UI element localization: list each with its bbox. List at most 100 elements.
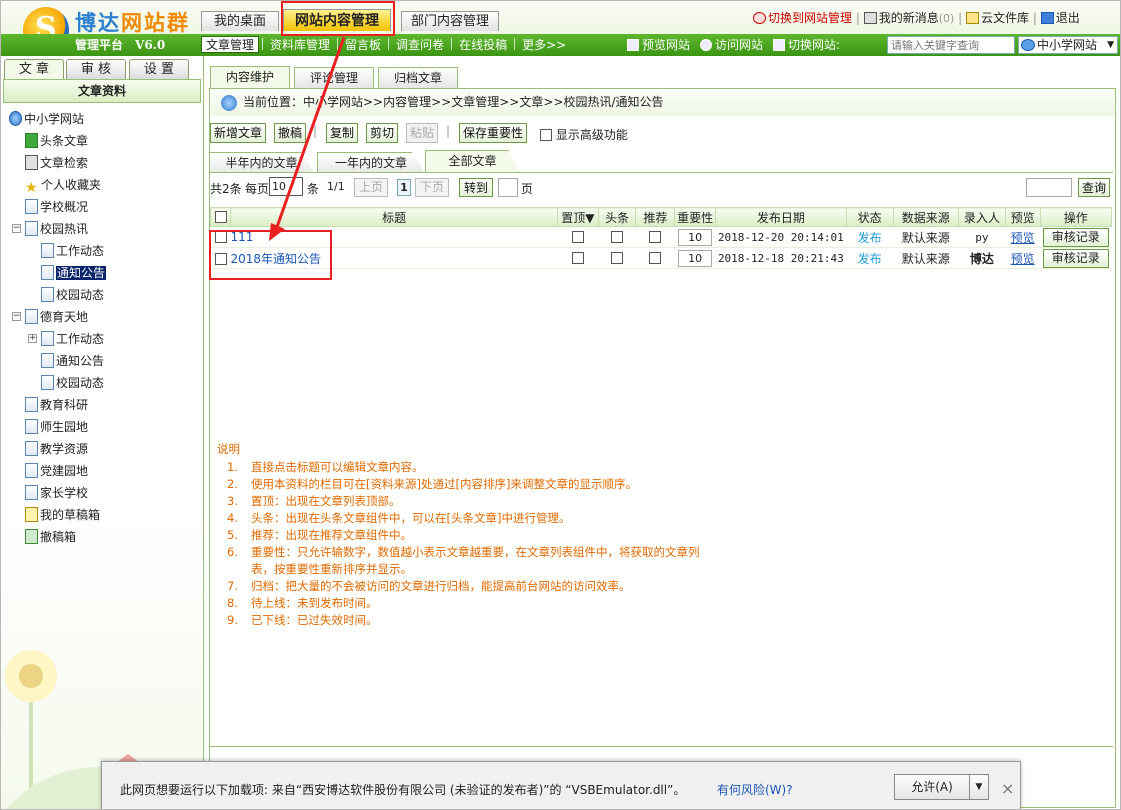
tree-item-headline[interactable]: 头条文章 <box>25 131 88 151</box>
submenu-submission[interactable]: 在线投稿 <box>455 37 511 54</box>
tree-item-notice[interactable]: 通知公告 <box>41 263 107 283</box>
tab-comments[interactable]: 评论管理 <box>294 67 374 89</box>
current-page[interactable]: 1 <box>397 179 411 196</box>
goto-page-input[interactable] <box>498 178 518 197</box>
risk-link[interactable]: 有何风险(W)? <box>717 781 793 798</box>
tree-item-campus-news[interactable]: 校园热讯 <box>25 219 88 239</box>
copy-button[interactable]: 复制 <box>326 123 358 143</box>
date-cell: 2018-12-20 20:14:01 <box>715 226 847 248</box>
submenu-more[interactable]: 更多>> <box>518 37 570 54</box>
query-button[interactable]: 查询 <box>1078 178 1110 197</box>
tree-item-campus-updates-2[interactable]: 校园动态 <box>41 373 104 393</box>
notification-message: 此网页想要运行以下加载项: 来自“西安博达软件股份有限公司 (未验证的发布者)”… <box>120 783 686 797</box>
document-icon <box>25 441 38 456</box>
tree-item-school-overview[interactable]: 学校概况 <box>25 197 88 217</box>
withdraw-button[interactable]: 撤稿 <box>274 123 306 143</box>
sub-menu: 文章管理 资料库管理 留言板 调查问卷 在线投稿 更多>> <box>201 36 570 54</box>
submenu-guestbook[interactable]: 留言板 <box>341 37 385 54</box>
importance-input[interactable]: 10 <box>678 228 713 246</box>
tab-all-articles[interactable]: 全部文章 <box>425 150 520 173</box>
tree-item-label: 中小学网站 <box>24 112 85 126</box>
save-importance-button[interactable]: 保存重要性 <box>459 123 527 143</box>
top-links: 切换到网站管理 | 我的新消息(0) | 云文件库 | 退出 <box>753 9 1080 26</box>
headline-checkbox[interactable] <box>611 231 624 243</box>
help-notes: 说明 1. 直接点击标题可以编辑文章内容。 2. 使用本资料的栏目可在[资料来源]处… <box>217 441 707 629</box>
collapse-icon[interactable]: − <box>12 312 21 321</box>
tree-item-search[interactable]: 文章检索 <box>25 153 88 173</box>
switch-manage-link[interactable]: 切换到网站管理 <box>768 11 852 25</box>
author-cell: 博达 <box>958 247 1006 269</box>
header-top[interactable]: 置顶▼ <box>556 207 599 227</box>
cloud-files-link[interactable]: 云文件库 <box>981 11 1029 25</box>
select-all-checkbox[interactable] <box>214 211 227 223</box>
tree-item-party[interactable]: 党建园地 <box>25 461 88 481</box>
submenu-article-manage[interactable]: 文章管理 <box>201 36 260 53</box>
site-select[interactable]: 中小学网站 ▼ <box>1018 36 1118 54</box>
header-source: 数据来源 <box>892 207 959 227</box>
goto-button[interactable]: 转到 <box>459 178 493 197</box>
per-page-input[interactable]: 10 <box>269 177 303 196</box>
top-checkbox[interactable] <box>571 231 584 243</box>
add-article-button[interactable]: 新增文章 <box>210 123 266 143</box>
allow-dropdown-button[interactable]: ▼ <box>969 774 989 800</box>
divider <box>337 38 339 50</box>
tab-article[interactable]: 文 章 <box>4 59 64 80</box>
header-title[interactable]: 标题 <box>230 207 558 227</box>
top-checkbox[interactable] <box>571 252 584 264</box>
tab-one-year[interactable]: 一年内的文章 <box>317 152 425 173</box>
prev-page-button[interactable]: 上页 <box>354 178 388 197</box>
tree-item-site[interactable]: 中小学网站 <box>9 109 84 129</box>
total-count: 共2条 <box>210 182 242 196</box>
divider <box>388 38 390 50</box>
headline-checkbox[interactable] <box>611 252 624 264</box>
importance-input[interactable]: 10 <box>678 249 713 267</box>
tab-content-maintain[interactable]: 内容维护 <box>210 66 290 89</box>
collapse-icon[interactable]: − <box>12 224 21 233</box>
tree-item-garden[interactable]: 师生园地 <box>25 417 88 437</box>
tab-review[interactable]: 审 核 <box>66 59 126 79</box>
recommend-checkbox[interactable] <box>649 252 662 264</box>
preview-link[interactable]: 预览 <box>1011 252 1035 266</box>
tree-item-work-news-2[interactable]: 工作动态 <box>41 329 104 349</box>
tab-my-desktop[interactable]: 我的桌面 <box>201 11 279 31</box>
expand-icon[interactable]: + <box>28 334 37 343</box>
advanced-checkbox[interactable] <box>540 129 552 141</box>
allow-button[interactable]: 允许(A) <box>894 774 970 800</box>
tab-settings[interactable]: 设 置 <box>129 59 189 79</box>
tab-dept-content[interactable]: 部门内容管理 <box>401 11 499 31</box>
tab-half-year[interactable]: 半年内的文章 <box>209 152 314 173</box>
advanced-toggle[interactable]: 显示高级功能 <box>540 126 628 143</box>
submenu-survey[interactable]: 调查问卷 <box>392 37 448 54</box>
tree-item-research[interactable]: 教育科研 <box>25 395 88 415</box>
preview-site-link[interactable]: 预览网站 <box>627 36 690 53</box>
messages-link[interactable]: 我的新消息 <box>879 11 939 25</box>
tree-item-campus-updates[interactable]: 校园动态 <box>41 285 104 305</box>
tree-item-label: 头条文章 <box>40 134 89 148</box>
tree-item-label: 德育天地 <box>40 310 89 324</box>
recommend-checkbox[interactable] <box>649 231 662 243</box>
submenu-library-manage[interactable]: 资料库管理 <box>266 37 334 54</box>
tree-item-parents[interactable]: 家长学校 <box>25 483 88 503</box>
query-input[interactable] <box>1026 178 1072 197</box>
tree-item-moral-ed[interactable]: 德育天地 <box>25 307 88 327</box>
site-search-input[interactable] <box>887 36 1015 54</box>
tree-item-favorites[interactable]: 个人收藏夹 <box>25 175 101 195</box>
preview-link[interactable]: 预览 <box>1011 231 1035 245</box>
next-page-button[interactable]: 下页 <box>415 178 449 197</box>
logout-link[interactable]: 退出 <box>1056 11 1080 25</box>
audit-record-button[interactable]: 审核记录 <box>1042 248 1109 268</box>
preview-cell: 预览 <box>1005 247 1041 269</box>
audit-record-button[interactable]: 审核记录 <box>1042 227 1109 247</box>
divider: | <box>855 11 860 25</box>
close-icon[interactable]: × <box>1001 779 1014 798</box>
tree-item-label: 家长学校 <box>40 486 89 500</box>
visit-site-link[interactable]: 访问网站 <box>700 36 763 53</box>
tree-item-withdrawn[interactable]: 撤稿箱 <box>25 527 76 547</box>
tree-item-work-news[interactable]: 工作动态 <box>41 241 104 261</box>
tree-item-resources[interactable]: 教学资源 <box>25 439 88 459</box>
tab-archive[interactable]: 归档文章 <box>378 67 458 89</box>
tree-item-drafts[interactable]: 我的草稿箱 <box>25 505 100 525</box>
cut-button[interactable]: 剪切 <box>366 123 398 143</box>
paste-button[interactable]: 粘贴 <box>406 123 438 143</box>
tree-item-notice-2[interactable]: 通知公告 <box>41 351 104 371</box>
